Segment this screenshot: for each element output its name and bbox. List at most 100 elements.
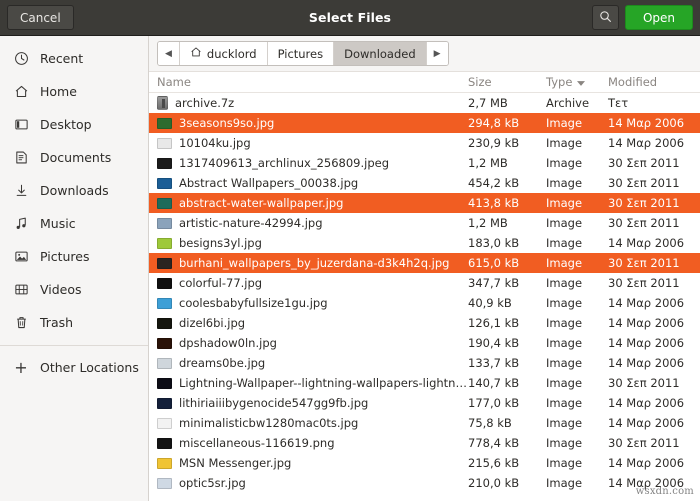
table-row[interactable]: MSN Messenger.jpg 215,6 kB Image 14 Μαρ 200…: [149, 453, 700, 473]
home-icon: [13, 84, 29, 100]
table-row[interactable]: minimalisticbw1280mac0ts.jpg 75,8 kB Image…: [149, 413, 700, 433]
breadcrumb-item-pictures[interactable]: Pictures: [267, 42, 335, 65]
column-header-size[interactable]: Size: [468, 75, 546, 89]
table-row[interactable]: dreams0be.jpg 133,7 kB Image 14 Μαρ 2006: [149, 353, 700, 373]
file-modified-cell: 30 Σεπ 2011: [608, 276, 680, 290]
file-name-cell: 1317409613_archlinux_256809.jpeg: [149, 156, 468, 170]
table-row[interactable]: dizel6bi.jpg 126,1 kB Image 14 Μαρ 2006: [149, 313, 700, 333]
column-header-name[interactable]: Name: [149, 75, 468, 89]
image-thumbnail: [157, 397, 172, 409]
sidebar-item-label: Desktop: [40, 117, 92, 132]
table-row[interactable]: optic5sr.jpg 210,0 kB Image 14 Μαρ 2006: [149, 473, 700, 493]
image-thumbnail: [157, 157, 172, 169]
sidebar-item-home[interactable]: Home: [0, 75, 148, 108]
file-type-cell: Image: [546, 376, 583, 390]
sidebar-item-recent[interactable]: Recent: [0, 42, 148, 75]
archive-file-icon: [157, 96, 168, 110]
picture-icon: [13, 249, 29, 265]
sidebar-item-desktop[interactable]: Desktop: [0, 108, 148, 141]
dialog-body: Recent Home Desktop Documents Downloads …: [0, 36, 700, 501]
open-button[interactable]: Open: [624, 5, 693, 30]
file-modified-cell: 14 Μαρ 2006: [608, 296, 685, 310]
column-header-modified[interactable]: Modified: [608, 75, 700, 89]
file-type-cell: Image: [546, 156, 583, 170]
file-modified-cell: 14 Μαρ 2006: [608, 396, 685, 410]
file-type-cell: Image: [546, 336, 583, 350]
table-row[interactable]: coolesbabyfullsize1gu.jpg 40,9 kB Image 14 …: [149, 293, 700, 313]
file-size-cell: 2,7 MB: [468, 96, 508, 110]
sidebar-item-pictures[interactable]: Pictures: [0, 240, 148, 273]
table-row[interactable]: artistic-nature-42994.jpg 1,2 MB Image 30 Σ…: [149, 213, 700, 233]
file-modified-cell: 14 Μαρ 2006: [608, 336, 685, 350]
table-row[interactable]: burhani_wallpapers_by_juzerdana-d3k4h2q.…: [149, 253, 700, 273]
sidebar-item-downloads[interactable]: Downloads: [0, 174, 148, 207]
table-row[interactable]: Lightning-Wallpaper--lightning-wallpaper…: [149, 373, 700, 393]
sidebar-item-label: Documents: [40, 150, 112, 165]
table-row[interactable]: archive.7z 2,7 MB Archive Τετ: [149, 93, 700, 113]
table-row[interactable]: 3seasons9so.jpg 294,8 kB Image 14 Μαρ 2006: [149, 113, 700, 133]
image-thumbnail: [157, 377, 172, 389]
file-size-cell: 454,2 kB: [468, 176, 520, 190]
sidebar-item-trash[interactable]: Trash: [0, 306, 148, 339]
search-button[interactable]: [591, 5, 619, 30]
file-name-cell: artistic-nature-42994.jpg: [149, 216, 468, 230]
sidebar-item-label: Recent: [40, 51, 84, 66]
breadcrumb-item-downloaded[interactable]: Downloaded: [334, 42, 427, 65]
file-size-cell: 210,0 kB: [468, 476, 520, 490]
table-row[interactable]: 1317409613_archlinux_256809.jpeg 1,2 MB Im…: [149, 153, 700, 173]
table-row[interactable]: dpshadow0ln.jpg 190,4 kB Image 14 Μαρ 2006: [149, 333, 700, 353]
file-name-cell: 3seasons9so.jpg: [149, 116, 468, 130]
table-row[interactable]: colorful-77.jpg 347,7 kB Image 30 Σεπ 2011: [149, 273, 700, 293]
file-name-label: 1317409613_archlinux_256809.jpeg: [179, 156, 389, 170]
sidebar-item-music[interactable]: Music: [0, 207, 148, 240]
file-name-label: coolesbabyfullsize1gu.jpg: [179, 296, 328, 310]
sidebar-item-other-locations[interactable]: + Other Locations: [0, 351, 148, 384]
file-list[interactable]: archive.7z 2,7 MB Archive Τετ 3seasons9so.jp…: [149, 93, 700, 501]
file-name-label: abstract-water-wallpaper.jpg: [179, 196, 344, 210]
file-name-label: burhani_wallpapers_by_juzerdana-d3k4h2q.…: [179, 256, 450, 270]
file-type-cell: Image: [546, 436, 583, 450]
breadcrumb-item-ducklord[interactable]: ducklord: [179, 42, 268, 65]
breadcrumb-back-button[interactable]: ◀: [158, 42, 180, 65]
file-modified-cell: 30 Σεπ 2011: [608, 216, 680, 230]
table-row[interactable]: Abstract Wallpapers_00038.jpg 454,2 kB Ima…: [149, 173, 700, 193]
table-row[interactable]: lithiriaiiibygenocide547gg9fb.jpg 177,0 k…: [149, 393, 700, 413]
column-header-type-label: Type: [546, 75, 573, 89]
file-name-cell: dpshadow0ln.jpg: [149, 336, 468, 350]
table-row[interactable]: besigns3yl.jpg 183,0 kB Image 14 Μαρ 2006: [149, 233, 700, 253]
cancel-button[interactable]: Cancel: [7, 5, 74, 30]
trash-icon: [13, 315, 29, 331]
image-thumbnail: [157, 337, 172, 349]
file-name-label: dpshadow0ln.jpg: [179, 336, 277, 350]
file-type-cell: Image: [546, 176, 583, 190]
image-thumbnail: [157, 357, 172, 369]
sidebar-item-videos[interactable]: Videos: [0, 273, 148, 306]
file-size-cell: 615,0 kB: [468, 256, 520, 270]
file-name-label: dizel6bi.jpg: [179, 316, 246, 330]
file-size-cell: 177,0 kB: [468, 396, 520, 410]
sidebar-item-label: Downloads: [40, 183, 109, 198]
image-thumbnail: [157, 457, 172, 469]
file-name-cell: 10104ku.jpg: [149, 136, 468, 150]
documents-icon: [13, 150, 29, 166]
file-name-cell: Abstract Wallpapers_00038.jpg: [149, 176, 468, 190]
column-header-type[interactable]: Type: [546, 75, 608, 89]
file-type-cell: Image: [546, 136, 583, 150]
chevron-down-icon: [577, 75, 586, 89]
file-name-cell: coolesbabyfullsize1gu.jpg: [149, 296, 468, 310]
search-icon: [599, 8, 612, 27]
image-thumbnail: [157, 197, 172, 209]
table-row[interactable]: abstract-water-wallpaper.jpg 413,8 kB Imag…: [149, 193, 700, 213]
header-actions: Open: [591, 5, 693, 30]
file-name-cell: MSN Messenger.jpg: [149, 456, 468, 470]
table-row[interactable]: 10104ku.jpg 230,9 kB Image 14 Μαρ 2006: [149, 133, 700, 153]
image-thumbnail: [157, 177, 172, 189]
breadcrumb-forward-button[interactable]: ▶: [426, 42, 448, 65]
sidebar-item-documents[interactable]: Documents: [0, 141, 148, 174]
chevron-left-icon: ◀: [165, 48, 172, 59]
breadcrumb-label: Downloaded: [344, 46, 416, 61]
table-row[interactable]: miscellaneous-116619.png 778,4 kB Image 30 …: [149, 433, 700, 453]
file-size-cell: 778,4 kB: [468, 436, 520, 450]
image-thumbnail: [157, 297, 172, 309]
file-name-cell: lithiriaiiibygenocide547gg9fb.jpg: [149, 396, 468, 410]
